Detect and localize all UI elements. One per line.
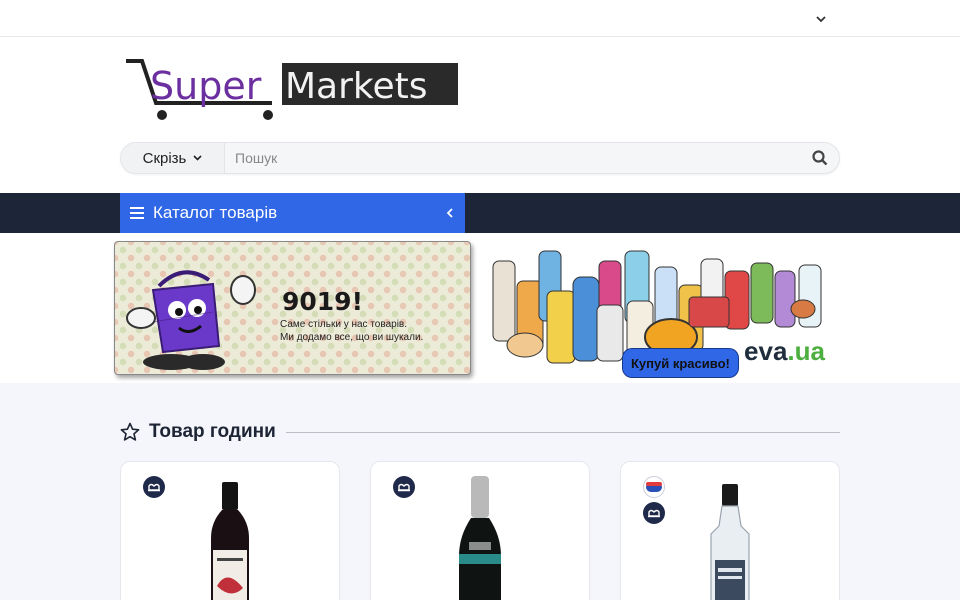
- logo-text-super: Super: [150, 64, 262, 108]
- star-icon: [120, 422, 140, 441]
- vodka-bottle-image: [710, 484, 750, 600]
- search-input[interactable]: [225, 143, 801, 173]
- red-wine-bottle-image: [211, 482, 249, 600]
- eva-brand-text: eva: [744, 336, 788, 366]
- logo-text-markets: Markets: [285, 66, 428, 107]
- site-logo[interactable]: Super Markets: [122, 55, 462, 127]
- search-icon: [812, 150, 828, 166]
- product-card[interactable]: [120, 461, 340, 600]
- search-scope-label: Скрізь: [142, 149, 187, 167]
- product-card[interactable]: [370, 461, 590, 600]
- chevron-down-icon: [192, 153, 202, 163]
- catalog-menu-button[interactable]: Каталог товарів: [120, 193, 465, 233]
- eva-logo: eva.ua: [744, 336, 825, 367]
- atb-store-icon: [643, 476, 665, 498]
- site-header: Super Markets Скрізь: [0, 37, 960, 193]
- main-navbar: Каталог товарів: [0, 193, 960, 233]
- silpo-store-icon: [643, 502, 665, 524]
- promo-text-line2: Ми додамо все, що ви шукали.: [280, 332, 424, 343]
- silpo-store-icon: [393, 476, 415, 498]
- catalog-label: Каталог товарів: [153, 203, 278, 222]
- chevron-down-icon[interactable]: [814, 12, 828, 26]
- sparkling-wine-bottle-image: [459, 476, 501, 600]
- menu-icon: [130, 207, 144, 219]
- search-button[interactable]: [801, 143, 839, 173]
- promo-product-count: 9019!: [282, 287, 363, 316]
- top-bar: [0, 0, 960, 37]
- section-header: Товар години: [120, 421, 840, 443]
- eva-domain-text: .ua: [787, 336, 825, 366]
- section-title: Товар години: [149, 421, 286, 443]
- basket-mascot-image: [119, 256, 269, 374]
- promo-banner-products[interactable]: 9019! Саме стільки у нас товарів. Ми дод…: [114, 241, 471, 375]
- silpo-store-icon: [143, 476, 165, 498]
- chevron-left-icon[interactable]: [443, 207, 455, 219]
- search-bar: Скрізь: [120, 142, 840, 174]
- banner-strip: 9019! Саме стільки у нас товарів. Ми дод…: [0, 233, 960, 383]
- promo-text-line1: Саме стільки у нас товарів.: [280, 319, 408, 330]
- search-scope-select[interactable]: Скрізь: [121, 143, 225, 173]
- buy-beautifully-button[interactable]: Купуй красиво!: [623, 349, 738, 377]
- section-divider: [285, 431, 840, 433]
- product-card[interactable]: [620, 461, 840, 600]
